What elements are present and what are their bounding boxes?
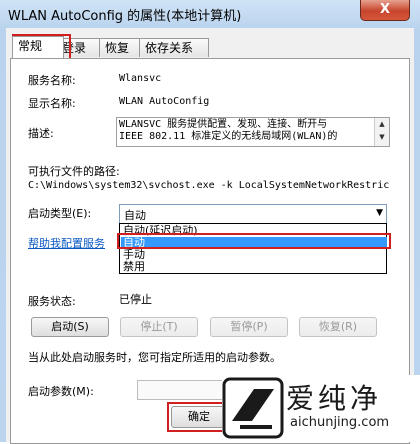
description-label: 描述: xyxy=(28,127,54,140)
help-configure-link[interactable]: 帮助我配置服务 xyxy=(28,235,105,251)
startup-params-label: 启动参数(M): xyxy=(28,385,94,398)
chevron-down-icon: ▼ xyxy=(376,208,383,218)
tab-general[interactable]: 常规 xyxy=(12,36,64,58)
path-value: C:\Windows\system32\svchost.exe -k Local… xyxy=(28,180,390,191)
startup-params-hint: 当从此处启动服务时，您可指定所适用的启动参数。 xyxy=(28,351,281,364)
tab-dependencies[interactable]: 依存关系 xyxy=(139,38,209,57)
description-box[interactable]: WLANSVC 服务提供配置、发现、连接、断开与 IEEE 802.11 标准定… xyxy=(116,117,390,147)
resume-button[interactable]: 恢复(R) xyxy=(299,317,377,337)
startup-type-select[interactable]: 自动 ▼ xyxy=(119,204,387,224)
pause-button[interactable]: 暂停(P) xyxy=(210,317,288,337)
display-name-value: WLAN AutoConfig xyxy=(119,96,210,107)
properties-window: WLAN AutoConfig 的属性(本地计算机) X 常规 登录 恢复 依存… xyxy=(0,0,420,444)
service-status-label: 服务状态: xyxy=(28,295,76,308)
option-automatic-delayed[interactable]: 自动(延迟启动) xyxy=(121,225,387,237)
startup-type-label: 启动类型(E): xyxy=(28,207,92,220)
startup-type-dropdown: 自动(延迟启动) 自动 手动 禁用 xyxy=(119,223,387,274)
title-bar[interactable]: WLAN AutoConfig 的属性(本地计算机) X xyxy=(0,0,420,28)
ok-button[interactable]: 确定 xyxy=(171,406,227,428)
watermark-text: 爱纯净 xyxy=(286,382,383,415)
start-button[interactable]: 启动(S) xyxy=(31,317,109,337)
service-status-value: 已停止 xyxy=(119,293,152,306)
watermark-url: aichunjing.com xyxy=(290,415,390,430)
service-name-value: Wlansvc xyxy=(119,73,162,84)
window-title: WLAN AutoConfig 的属性(本地计算机) xyxy=(8,9,242,24)
display-name-label: 显示名称: xyxy=(28,97,76,110)
option-automatic[interactable]: 自动 xyxy=(121,237,387,249)
close-button[interactable]: X xyxy=(360,0,410,21)
logo-icon xyxy=(222,377,284,439)
description-line: IEEE 802.11 标准定义的无线局域网(WLAN)的 xyxy=(119,131,338,142)
service-name-label: 服务名称: xyxy=(28,74,76,87)
option-disabled[interactable]: 禁用 xyxy=(121,261,387,273)
option-manual[interactable]: 手动 xyxy=(121,249,387,261)
path-label: 可执行文件的路径: xyxy=(28,165,120,178)
watermark-logo: 爱纯净 aichunjing.com xyxy=(222,375,420,442)
startup-type-value: 自动 xyxy=(124,209,146,222)
description-scrollbar[interactable]: ▲ ▼ xyxy=(374,118,389,146)
stop-button[interactable]: 停止(T) xyxy=(120,317,198,337)
description-line: WLANSVC 服务提供配置、发现、连接、断开与 xyxy=(119,119,328,130)
description-text: WLANSVC 服务提供配置、发现、连接、断开与 IEEE 802.11 标准定… xyxy=(119,119,337,143)
